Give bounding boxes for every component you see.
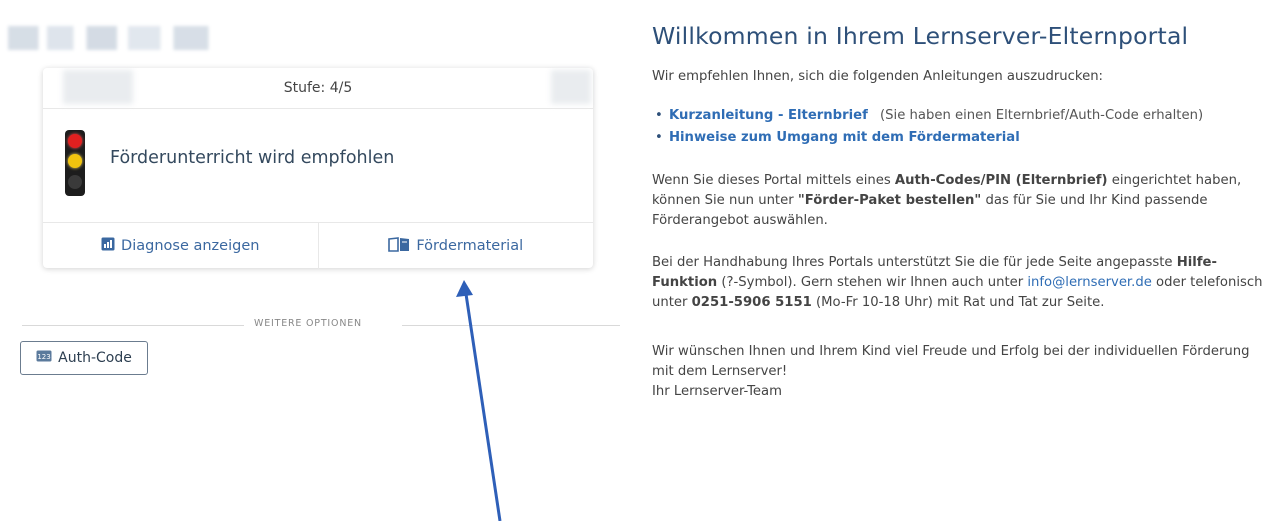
material-button[interactable]: Fördermaterial <box>317 223 594 269</box>
auth-code-label: Auth-Code <box>58 350 132 366</box>
book-icon <box>388 236 410 256</box>
level-label: Stufe: 4/5 <box>283 80 353 96</box>
result-card: Stufe: 4/5 Förderunterricht wird empfohl… <box>43 68 593 269</box>
guide-list: • Kurzanleitung - Elternbrief (Sie haben … <box>652 105 1203 149</box>
keypad-icon: 123 <box>36 350 52 366</box>
guide-link-kurzanleitung[interactable]: Kurzanleitung - Elternbrief <box>669 108 868 123</box>
blurred-header-right <box>551 70 591 104</box>
recommendation-text: Förderunterricht wird empfohlen <box>110 148 395 168</box>
svg-text:123: 123 <box>37 353 50 361</box>
guide-link-hinweise[interactable]: Hinweise zum Umgang mit dem Fördermateri… <box>669 130 1020 145</box>
welcome-title: Willkommen in Ihrem Lernserver-Elternpor… <box>652 22 1189 50</box>
options-divider-label: WEITERE OPTIONEN <box>254 318 362 329</box>
email-link[interactable]: info@lernserver.de <box>1027 275 1151 290</box>
bar-chart-icon <box>101 237 115 255</box>
paragraph-portal: Wenn Sie dieses Portal mittels eines Aut… <box>652 173 1242 228</box>
guide-note: (Sie haben einen Elternbrief/Auth-Code e… <box>880 108 1204 123</box>
material-label: Fördermaterial <box>416 238 524 254</box>
welcome-panel: Willkommen in Ihrem Lernserver-Elternpor… <box>652 22 1267 399</box>
diagnose-button[interactable]: Diagnose anzeigen <box>43 223 318 269</box>
card-header: Stufe: 4/5 <box>43 68 593 109</box>
diagnose-label: Diagnose anzeigen <box>121 238 260 254</box>
blurred-header-left <box>63 70 133 104</box>
traffic-light-icon <box>65 130 85 196</box>
auth-code-button[interactable]: 123 Auth-Code <box>20 341 148 375</box>
paragraph-help: Bei der Handhabung Ihres Portals unterst… <box>652 255 1263 310</box>
list-item: • Hinweise zum Umgang mit dem Fördermater… <box>655 130 1020 145</box>
options-divider: WEITERE OPTIONEN <box>22 318 620 332</box>
blurred-child-name <box>8 26 226 50</box>
list-item: • Kurzanleitung - Elternbrief (Sie haben … <box>655 108 1204 123</box>
intro-text: Wir empfehlen Ihnen, sich die folgenden … <box>652 69 1104 84</box>
card-footer: Diagnose anzeigen Fördermaterial <box>43 222 593 269</box>
phone-number: 0251-5906 5151 <box>691 295 812 310</box>
team-signature: Ihr Lernserver-Team <box>652 384 782 399</box>
paragraph-closing: Wir wünschen Ihnen und Ihrem Kind viel F… <box>652 344 1250 399</box>
